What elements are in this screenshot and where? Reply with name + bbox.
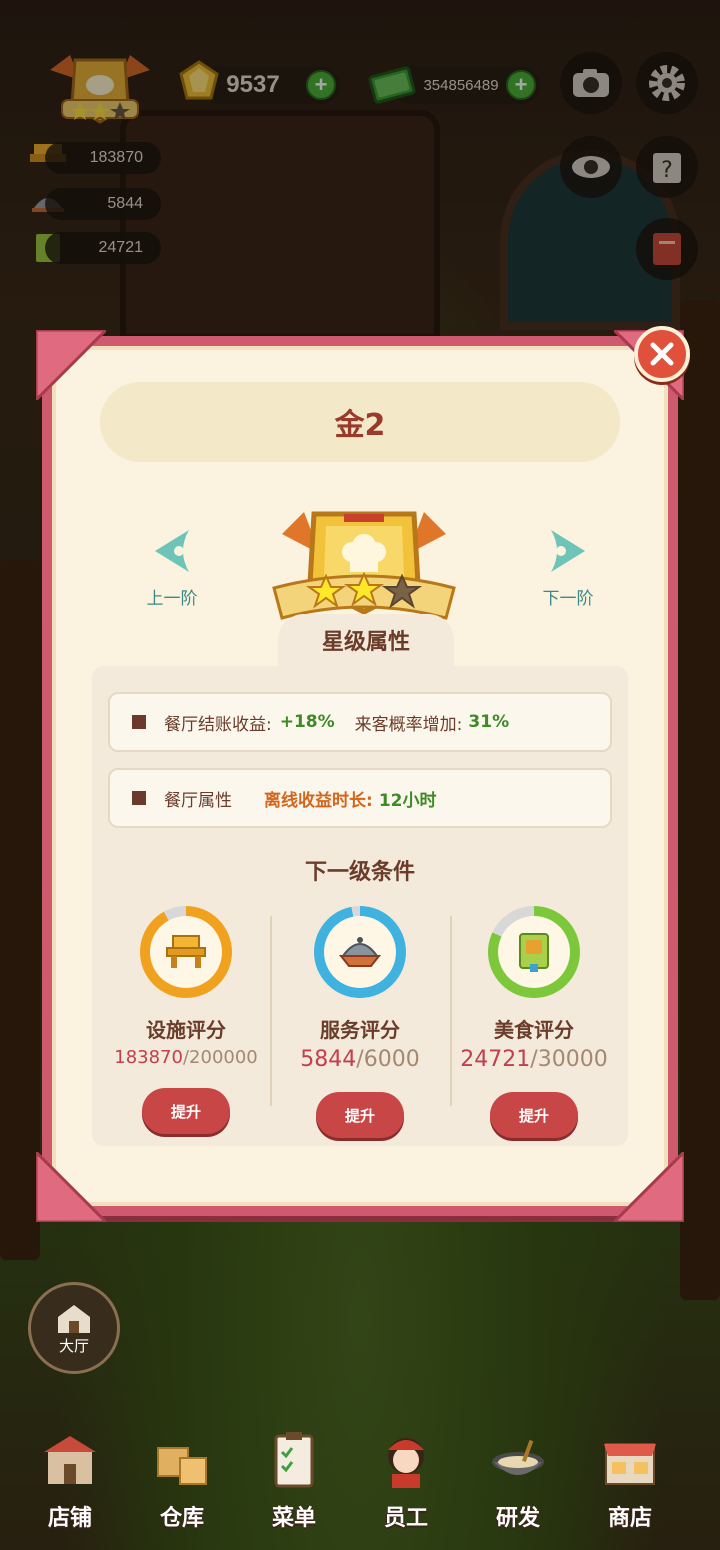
nav-label: 商店 [607, 1506, 652, 1531]
menu-book-icon [519, 933, 549, 972]
attribute-row-offline: 餐厅属性 离线收益时长: 12小时 [108, 768, 612, 828]
section-title: 星级属性 [278, 614, 454, 666]
arrow-left-icon [155, 530, 189, 572]
service-progress-ring [314, 906, 406, 998]
cloche-icon [338, 937, 382, 967]
nav-shop-front[interactable]: 店铺 [20, 1430, 120, 1532]
nav-label: 研发 [495, 1506, 540, 1531]
star-rank-dialog: 金2 上一阶 下一阶 星级属性 餐厅结账收益: +18% 来客概率增加: 31%… [36, 330, 684, 1222]
food-current: 24721 [460, 1047, 531, 1072]
attribute-row-income: 餐厅结账收益: +18% 来客概率增加: 31% [108, 692, 612, 752]
gold-rank-emblem-icon [272, 511, 456, 620]
nav-label: 仓库 [159, 1506, 204, 1531]
service-condition: 服务评分 5844/6000 提升 [270, 906, 450, 1138]
staff-avatar-icon [388, 1438, 424, 1488]
dialog-panel: 金2 上一阶 下一阶 星级属性 餐厅结账收益: +18% 来客概率增加: 31%… [52, 346, 668, 1206]
upgrade-service-button[interactable]: 提升 [316, 1092, 404, 1138]
arrow-right-icon [551, 530, 585, 572]
food-progress-ring [488, 906, 580, 998]
next-rank-label: 下一阶 [542, 589, 594, 609]
food-score-progress: 24721/30000 [444, 1047, 624, 1072]
cooking-pot-icon [492, 1439, 544, 1475]
service-current: 5844 [300, 1047, 357, 1072]
prev-rank-button[interactable]: 上一阶 [132, 526, 212, 609]
facility-condition: 设施评分 183870/200000 提升 [96, 906, 276, 1134]
service-target: /6000 [356, 1047, 420, 1072]
nav-label: 店铺 [47, 1506, 92, 1531]
storefront-icon [44, 1436, 96, 1484]
bottom-nav-bar: 店铺 仓库 菜单 员工 研发 商店 [0, 1430, 720, 1550]
food-score-label: 美食评分 [494, 1018, 574, 1042]
hall-label: 大厅 [58, 1336, 89, 1355]
house-icon [58, 1304, 90, 1333]
offline-income-value: 12小时 [378, 790, 437, 811]
shop-stall-icon [604, 1443, 656, 1485]
service-score-progress: 5844/6000 [270, 1047, 450, 1072]
facility-score-progress: 183870/200000 [96, 1047, 276, 1068]
title-band: 金2 [100, 382, 620, 462]
service-score-label: 服务评分 [320, 1018, 400, 1042]
nav-store[interactable]: 商店 [580, 1430, 680, 1532]
hall-button[interactable]: 大厅 [28, 1282, 120, 1374]
food-target: /30000 [530, 1047, 608, 1072]
bullet-square [132, 715, 146, 729]
facility-current: 183870 [114, 1047, 183, 1068]
upgrade-food-button[interactable]: 提升 [490, 1092, 578, 1138]
upgrade-facility-button[interactable]: 提升 [142, 1088, 230, 1134]
nav-label: 菜单 [271, 1506, 316, 1531]
corner-ornament [614, 1152, 684, 1222]
facility-target: /200000 [182, 1047, 258, 1068]
next-level-conditions-title: 下一级条件 [304, 860, 415, 885]
customer-rate-value: 31% [468, 712, 510, 732]
food-condition: 美食评分 24721/30000 提升 [444, 906, 624, 1138]
next-rank-button[interactable]: 下一阶 [528, 526, 608, 609]
checkout-income-value: +18% [279, 712, 335, 732]
close-icon [650, 342, 674, 366]
restaurant-attr-label: 餐厅属性 [164, 790, 232, 811]
customer-rate-label: 来客概率增加: [354, 714, 463, 735]
bullet-square [132, 791, 146, 805]
facility-progress-ring [140, 906, 232, 998]
nav-label: 员工 [383, 1506, 428, 1531]
corner-ornament [36, 1152, 106, 1222]
close-button[interactable] [634, 326, 690, 382]
nav-menu[interactable]: 菜单 [244, 1430, 344, 1532]
offline-income-label: 离线收益时长: [264, 790, 373, 811]
nav-warehouse[interactable]: 仓库 [132, 1430, 232, 1532]
nav-research[interactable]: 研发 [468, 1430, 568, 1532]
rank-title: 金2 [334, 408, 386, 443]
facility-score-label: 设施评分 [146, 1018, 226, 1042]
corner-ornament [36, 330, 106, 400]
prev-rank-label: 上一阶 [146, 589, 198, 609]
boxes-icon [157, 1447, 207, 1485]
facility-icon [166, 935, 206, 968]
checkout-income-label: 餐厅结账收益: [164, 714, 272, 735]
nav-staff[interactable]: 员工 [356, 1430, 456, 1532]
clipboard-icon [274, 1432, 314, 1488]
